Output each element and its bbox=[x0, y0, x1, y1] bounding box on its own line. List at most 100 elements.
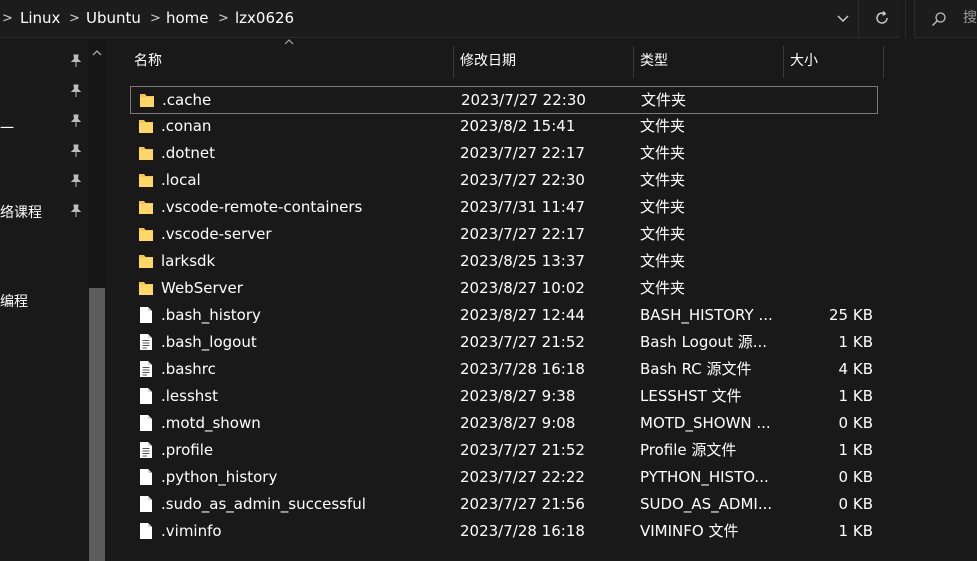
address-bar[interactable]: > Linux > Ubuntu > home > lzx0626 bbox=[0, 0, 900, 38]
table-row[interactable]: .viminfo 2023/7/28 16:18 VIMINFO 文件 1 KB bbox=[130, 518, 878, 545]
file-type: 文件夹 bbox=[640, 279, 686, 297]
scrollbar-thumb[interactable] bbox=[89, 288, 105, 561]
file-modified-date: 2023/8/2 15:41 bbox=[460, 117, 576, 135]
file-modified-date: 2023/8/27 10:02 bbox=[460, 279, 585, 297]
table-row[interactable]: .local 2023/7/27 22:30 文件夹 bbox=[130, 167, 878, 194]
refresh-button[interactable] bbox=[858, 0, 906, 38]
file-modified-date: 2023/8/27 12:44 bbox=[460, 306, 585, 324]
file-size bbox=[780, 275, 873, 302]
breadcrumb-ubuntu[interactable]: Ubuntu bbox=[86, 0, 141, 37]
file-icon bbox=[138, 468, 154, 486]
file-type: 文件夹 bbox=[640, 144, 686, 162]
file-type: SUDO_AS_ADMI... bbox=[640, 495, 773, 513]
file-type: PYTHON_HISTO... bbox=[640, 468, 769, 486]
file-type: Bash Logout 源... bbox=[640, 333, 768, 351]
table-row[interactable]: .cache 2023/7/27 22:30 文件夹 bbox=[130, 86, 878, 114]
file-type: 文件夹 bbox=[640, 198, 686, 216]
file-type: 文件夹 bbox=[640, 252, 686, 270]
table-row[interactable]: .sudo_as_admin_successful 2023/7/27 21:56… bbox=[130, 491, 878, 518]
file-type: MOTD_SHOWN ... bbox=[640, 414, 771, 432]
table-row[interactable]: .vscode-server 2023/7/27 22:17 文件夹 bbox=[130, 221, 878, 248]
column-header-date[interactable]: 修改日期 bbox=[460, 38, 516, 84]
pin-icon bbox=[70, 54, 82, 67]
column-header: 名称 修改日期 类型 大小 bbox=[106, 38, 886, 84]
file-modified-date: 2023/7/28 16:18 bbox=[460, 360, 585, 378]
column-divider[interactable] bbox=[883, 46, 884, 78]
table-row[interactable]: WebServer 2023/8/27 10:02 文件夹 bbox=[130, 275, 878, 302]
table-row[interactable]: .profile 2023/7/27 21:52 Profile 源文件 1 KB bbox=[130, 437, 878, 464]
file-size bbox=[780, 248, 873, 275]
table-row[interactable]: .motd_shown 2023/8/27 9:08 MOTD_SHOWN ... 0… bbox=[130, 410, 878, 437]
file-size bbox=[780, 113, 873, 140]
breadcrumb-separator: > bbox=[150, 11, 161, 26]
file-icon bbox=[138, 414, 154, 432]
table-row[interactable]: .bashrc 2023/7/28 16:18 Bash RC 源文件 4 KB bbox=[130, 356, 878, 383]
file-icon bbox=[138, 522, 154, 540]
file-size: 1 KB bbox=[838, 333, 873, 351]
table-row[interactable]: .bash_logout 2023/7/27 21:52 Bash Logout 源… bbox=[130, 329, 878, 356]
file-type: BASH_HISTORY ... bbox=[640, 306, 773, 324]
search-placeholder: 搜 bbox=[963, 10, 977, 26]
chevron-down-icon bbox=[837, 15, 849, 22]
text-file-icon bbox=[138, 333, 154, 351]
breadcrumb-separator: > bbox=[2, 11, 13, 26]
folder-icon bbox=[139, 91, 155, 109]
file-modified-date: 2023/8/27 9:38 bbox=[460, 387, 576, 405]
scroll-up-icon[interactable] bbox=[88, 48, 106, 58]
file-size: 1 KB bbox=[838, 387, 873, 405]
column-header-name[interactable]: 名称 bbox=[134, 38, 162, 84]
nav-item-fragment[interactable]: 络课程 bbox=[0, 202, 42, 222]
file-type: 文件夹 bbox=[641, 91, 687, 109]
file-name: .lesshst bbox=[161, 387, 218, 405]
folder-icon bbox=[138, 225, 154, 243]
folder-icon bbox=[138, 117, 154, 135]
file-name: larksdk bbox=[161, 252, 216, 270]
folder-icon bbox=[138, 144, 154, 162]
history-dropdown-button[interactable] bbox=[828, 0, 858, 37]
file-modified-date: 2023/7/27 22:17 bbox=[460, 144, 585, 162]
file-type: Bash RC 源文件 bbox=[640, 360, 752, 378]
file-name: .python_history bbox=[161, 468, 278, 486]
table-row[interactable]: .dotnet 2023/7/27 22:17 文件夹 bbox=[130, 140, 878, 167]
file-name: .vscode-remote-containers bbox=[161, 198, 363, 216]
file-modified-date: 2023/7/27 22:17 bbox=[460, 225, 585, 243]
file-modified-date: 2023/7/27 22:30 bbox=[461, 91, 586, 109]
file-size: 0 KB bbox=[838, 414, 873, 432]
search-icon bbox=[932, 12, 946, 26]
file-type: VIMINFO 文件 bbox=[640, 522, 739, 540]
file-modified-date: 2023/8/25 13:37 bbox=[460, 252, 585, 270]
column-header-type[interactable]: 类型 bbox=[640, 38, 668, 84]
column-divider[interactable] bbox=[783, 46, 784, 78]
column-header-size[interactable]: 大小 bbox=[790, 38, 818, 84]
file-name: .cache bbox=[162, 91, 212, 109]
file-name: .motd_shown bbox=[161, 414, 261, 432]
file-type: LESSHST 文件 bbox=[640, 387, 742, 405]
nav-item-fragment[interactable]: 编程 bbox=[0, 291, 28, 311]
table-row[interactable]: .bash_history 2023/8/27 12:44 BASH_HISTORY… bbox=[130, 302, 878, 329]
search-input[interactable]: 搜 bbox=[914, 0, 977, 38]
table-row[interactable]: .vscode-remote-containers 2023/7/31 11:47… bbox=[130, 194, 878, 221]
column-divider[interactable] bbox=[633, 46, 634, 78]
column-divider[interactable] bbox=[453, 46, 454, 78]
table-row[interactable]: .conan 2023/8/2 15:41 文件夹 bbox=[130, 113, 878, 140]
file-name: .dotnet bbox=[161, 144, 215, 162]
table-row[interactable]: .python_history 2023/7/27 22:22 PYTHON_HIS… bbox=[130, 464, 878, 491]
nav-item-fragment[interactable]: 一 bbox=[0, 118, 14, 138]
breadcrumb-separator: > bbox=[69, 11, 80, 26]
table-row[interactable]: larksdk 2023/8/25 13:37 文件夹 bbox=[130, 248, 878, 275]
breadcrumb-separator: > bbox=[218, 11, 229, 26]
breadcrumb-home[interactable]: home bbox=[166, 0, 209, 37]
text-file-icon bbox=[138, 360, 154, 378]
file-name: .profile bbox=[161, 441, 214, 459]
breadcrumb-lzx0626[interactable]: lzx0626 bbox=[235, 0, 294, 37]
table-row[interactable]: .lesshst 2023/8/27 9:38 LESSHST 文件 1 KB bbox=[130, 383, 878, 410]
file-name: .bash_logout bbox=[161, 333, 257, 351]
file-modified-date: 2023/7/27 21:52 bbox=[460, 441, 585, 459]
pin-icon bbox=[70, 144, 82, 157]
text-file-icon bbox=[138, 441, 154, 459]
nav-scrollbar[interactable] bbox=[88, 38, 106, 561]
file-size: 0 KB bbox=[838, 495, 873, 513]
pin-icon bbox=[70, 174, 82, 187]
file-type: Profile 源文件 bbox=[640, 441, 737, 459]
breadcrumb-linux[interactable]: Linux bbox=[20, 0, 60, 37]
